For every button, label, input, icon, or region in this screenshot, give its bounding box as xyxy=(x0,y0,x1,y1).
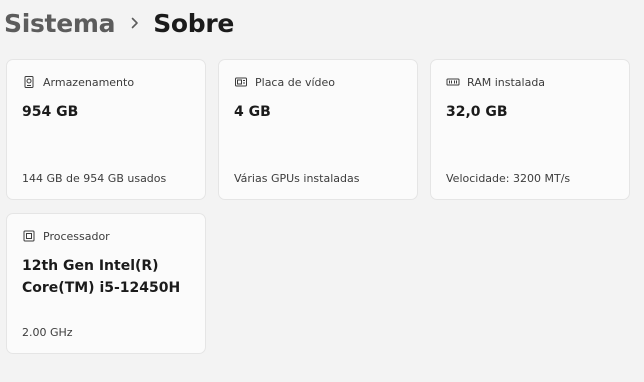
ram-label: RAM instalada xyxy=(467,75,546,89)
graphics-card-icon xyxy=(234,75,248,89)
gpu-detail: Várias GPUs instaladas xyxy=(234,172,360,185)
gpu-card: Placa de vídeo 4 GB Várias GPUs instalad… xyxy=(218,59,418,200)
breadcrumb: Sistema Sobre xyxy=(4,4,234,42)
storage-detail: 144 GB de 954 GB usados xyxy=(22,172,167,185)
processor-value-line1: 12th Gen Intel(R) xyxy=(22,258,159,274)
chevron-right-icon xyxy=(131,17,139,29)
processor-card: Processador 12th Gen Intel(R) Core(TM) i… xyxy=(6,213,206,354)
gpu-value: 4 GB xyxy=(234,104,271,120)
storage-label: Armazenamento xyxy=(43,75,135,89)
breadcrumb-parent-sistema[interactable]: Sistema xyxy=(4,9,115,38)
ram-detail: Velocidade: 3200 MT/s xyxy=(446,172,571,185)
storage-drive-icon xyxy=(22,75,36,89)
page-title: Sobre xyxy=(153,8,235,38)
memory-icon xyxy=(446,75,460,89)
processor-value-line2: Core(TM) i5-12450H xyxy=(22,280,181,296)
storage-card: Armazenamento 954 GB 144 GB de 954 GB us… xyxy=(6,59,206,200)
processor-icon xyxy=(22,229,36,243)
ram-card: RAM instalada 32,0 GB Velocidade: 3200 M… xyxy=(430,59,630,200)
processor-value: 12th Gen Intel(R) Core(TM) i5-12450H xyxy=(22,255,180,299)
processor-label: Processador xyxy=(43,229,110,243)
ram-value: 32,0 GB xyxy=(446,104,508,120)
processor-detail: 2.00 GHz xyxy=(22,326,73,339)
storage-value: 954 GB xyxy=(22,104,79,120)
gpu-label: Placa de vídeo xyxy=(255,75,336,89)
